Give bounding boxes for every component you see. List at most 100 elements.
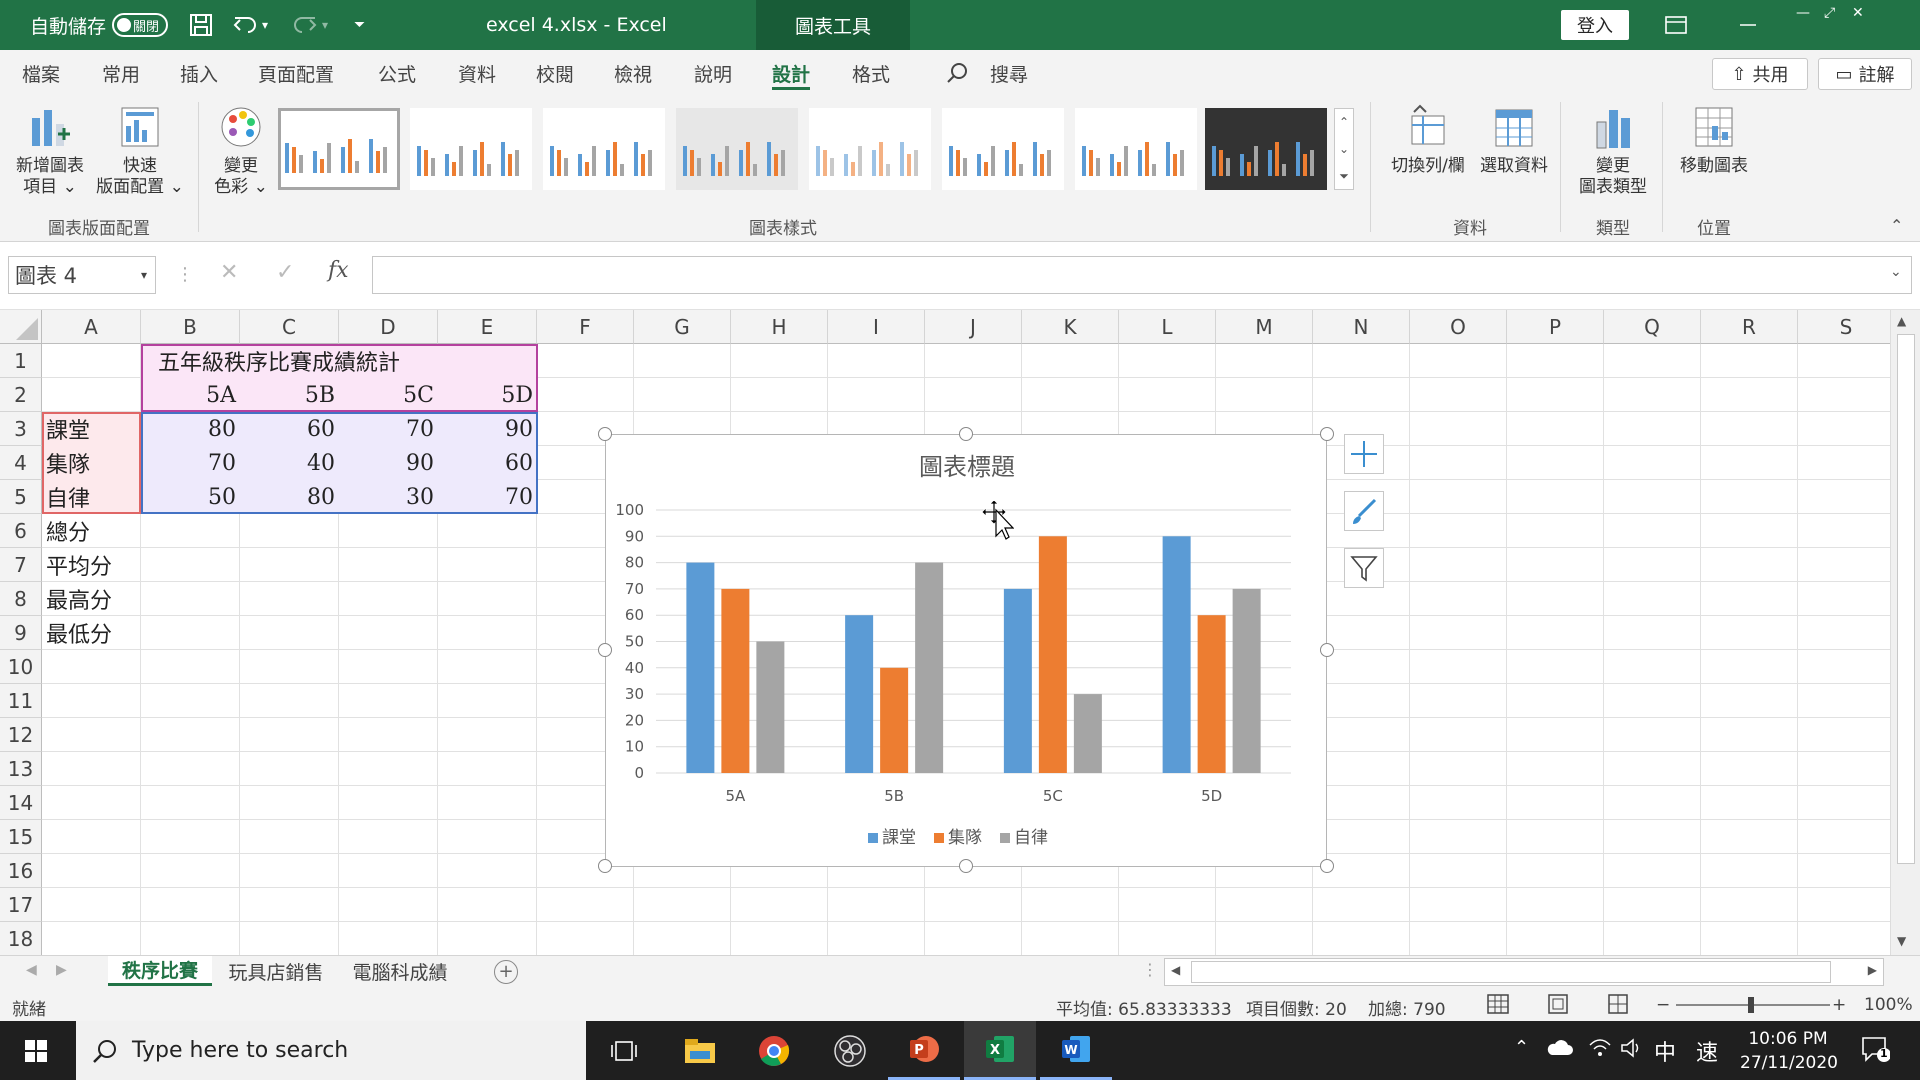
- tab-data[interactable]: 資料: [458, 50, 496, 96]
- row-header[interactable]: 17: [0, 888, 42, 922]
- volume-icon[interactable]: [1620, 1037, 1644, 1063]
- column-header[interactable]: H: [731, 310, 828, 344]
- search-icon[interactable]: [946, 50, 970, 96]
- cell-E4[interactable]: 60: [438, 446, 537, 480]
- excel-icon[interactable]: X: [964, 1021, 1036, 1080]
- row-header[interactable]: 6: [0, 514, 42, 548]
- select-data-button[interactable]: 選取資料: [1472, 104, 1556, 177]
- ime-mode[interactable]: 中: [1654, 1035, 1676, 1067]
- cell-A7[interactable]: 平均分: [46, 548, 140, 582]
- cell-A6[interactable]: 總分: [46, 514, 140, 548]
- row-header[interactable]: 1: [0, 344, 42, 378]
- scroll-down-icon[interactable]: ▼: [1897, 934, 1906, 948]
- scroll-left-icon[interactable]: ◀: [1171, 963, 1180, 977]
- expand-formula-bar-icon[interactable]: ⌄: [1890, 264, 1902, 280]
- tab-format[interactable]: 格式: [852, 50, 890, 96]
- row-header[interactable]: 16: [0, 854, 42, 888]
- formula-input[interactable]: [372, 256, 1912, 294]
- file-explorer-icon[interactable]: [664, 1021, 736, 1080]
- column-header[interactable]: G: [634, 310, 731, 344]
- column-header[interactable]: N: [1313, 310, 1410, 344]
- column-header[interactable]: I: [828, 310, 925, 344]
- ribbon-display-icon[interactable]: [1664, 0, 1688, 50]
- cell-D5[interactable]: 30: [339, 480, 438, 514]
- chart-style-5[interactable]: [809, 108, 931, 190]
- cell-A3[interactable]: 課堂: [46, 412, 140, 446]
- move-chart-button[interactable]: 移動圖表: [1668, 104, 1760, 177]
- resize-handle-right[interactable]: [1320, 643, 1334, 657]
- row-header[interactable]: 7: [0, 548, 42, 582]
- clock[interactable]: 10:06 PM 27/11/2020: [1740, 1027, 1838, 1075]
- row-header[interactable]: 11: [0, 684, 42, 718]
- page-layout-view-icon[interactable]: [1546, 993, 1570, 1020]
- resize-handle-top[interactable]: [959, 427, 973, 441]
- obs-icon[interactable]: [814, 1021, 886, 1080]
- chart-elements-button[interactable]: [1344, 434, 1384, 474]
- column-header[interactable]: O: [1410, 310, 1507, 344]
- column-header[interactable]: P: [1507, 310, 1604, 344]
- horizontal-scrollbar[interactable]: ◀ ▶: [1164, 958, 1884, 986]
- row-header[interactable]: 10: [0, 650, 42, 684]
- cell-E5[interactable]: 70: [438, 480, 537, 514]
- chart-style-8[interactable]: [1205, 108, 1327, 190]
- comments-button[interactable]: ▭ 註解: [1818, 58, 1912, 90]
- powerpoint-icon[interactable]: P: [888, 1021, 960, 1080]
- insert-function-icon[interactable]: fx: [328, 258, 349, 283]
- cell-C4[interactable]: 40: [240, 446, 339, 480]
- collapse-icon[interactable]: —: [1796, 0, 1810, 38]
- row-header[interactable]: 18: [0, 922, 42, 955]
- scroll-up-icon[interactable]: ▲: [1897, 314, 1906, 328]
- column-header[interactable]: M: [1216, 310, 1313, 344]
- status-count[interactable]: 項目個數: 20: [1246, 995, 1347, 1020]
- chart-style-3[interactable]: [543, 108, 665, 190]
- cell-B3[interactable]: 80: [141, 412, 240, 446]
- chart-style-1[interactable]: [278, 108, 400, 190]
- cell-B4[interactable]: 70: [141, 446, 240, 480]
- notification-icon[interactable]: 1: [1860, 1035, 1891, 1067]
- word-icon[interactable]: W: [1040, 1021, 1112, 1080]
- cell-A4[interactable]: 集隊: [46, 446, 140, 480]
- customize-toolbar-icon[interactable]: ⏷: [354, 0, 365, 50]
- row-header[interactable]: 5: [0, 480, 42, 514]
- column-header[interactable]: J: [925, 310, 1022, 344]
- row-header[interactable]: 12: [0, 718, 42, 752]
- zoom-slider-thumb[interactable]: [1748, 997, 1754, 1013]
- vertical-scrollbar[interactable]: ▲ ▼: [1890, 310, 1920, 955]
- cell-A5[interactable]: 自律: [46, 480, 140, 514]
- resize-handle-bottom-right[interactable]: [1320, 859, 1334, 873]
- tab-insert[interactable]: 插入: [180, 50, 218, 96]
- normal-view-icon[interactable]: [1486, 993, 1510, 1020]
- tab-page-layout[interactable]: 頁面配置: [258, 50, 334, 96]
- add-sheet-icon[interactable]: +: [494, 960, 518, 984]
- chart-style-7[interactable]: [1075, 108, 1197, 190]
- tab-home[interactable]: 常用: [102, 50, 140, 96]
- column-header[interactable]: A: [42, 310, 141, 344]
- share-button[interactable]: ⇧ 共用: [1712, 58, 1808, 90]
- zoom-in-icon[interactable]: +: [1832, 995, 1846, 1015]
- select-all-corner[interactable]: [0, 310, 42, 344]
- windows-start-icon[interactable]: [0, 1021, 72, 1080]
- style-gallery-scroll[interactable]: ⌃ ⌄ ⏷: [1334, 108, 1354, 190]
- change-chart-type-button[interactable]: 變更 圖表類型: [1570, 104, 1656, 198]
- sheet-tab-2[interactable]: 玩具店銷售: [216, 956, 336, 986]
- resize-handle-left[interactable]: [598, 643, 612, 657]
- tab-help[interactable]: 說明: [694, 50, 732, 96]
- onedrive-icon[interactable]: [1546, 1037, 1574, 1061]
- switch-row-column-button[interactable]: 切換列/欄: [1384, 104, 1472, 177]
- taskbar-search-box[interactable]: Type here to search: [76, 1021, 586, 1080]
- resize-handle-top-right[interactable]: [1320, 427, 1334, 441]
- cell-B5[interactable]: 50: [141, 480, 240, 514]
- zoom-out-icon[interactable]: −: [1656, 995, 1670, 1015]
- restore-icon[interactable]: ⤢: [1824, 0, 1835, 38]
- sheet-tab-1[interactable]: 秩序比賽: [108, 956, 212, 986]
- cell-C3[interactable]: 60: [240, 412, 339, 446]
- chart-style-2[interactable]: [410, 108, 532, 190]
- chart-filters-button[interactable]: [1344, 548, 1384, 588]
- ime-input-method[interactable]: 速: [1696, 1035, 1718, 1067]
- row-header[interactable]: 3: [0, 412, 42, 446]
- column-header[interactable]: E: [438, 310, 537, 344]
- collapse-ribbon-icon[interactable]: ⌃: [1890, 216, 1903, 235]
- next-sheet-icon[interactable]: ▶: [56, 962, 67, 978]
- show-hidden-icons[interactable]: ⌃: [1514, 1037, 1529, 1058]
- minimize-icon[interactable]: [1738, 0, 1758, 50]
